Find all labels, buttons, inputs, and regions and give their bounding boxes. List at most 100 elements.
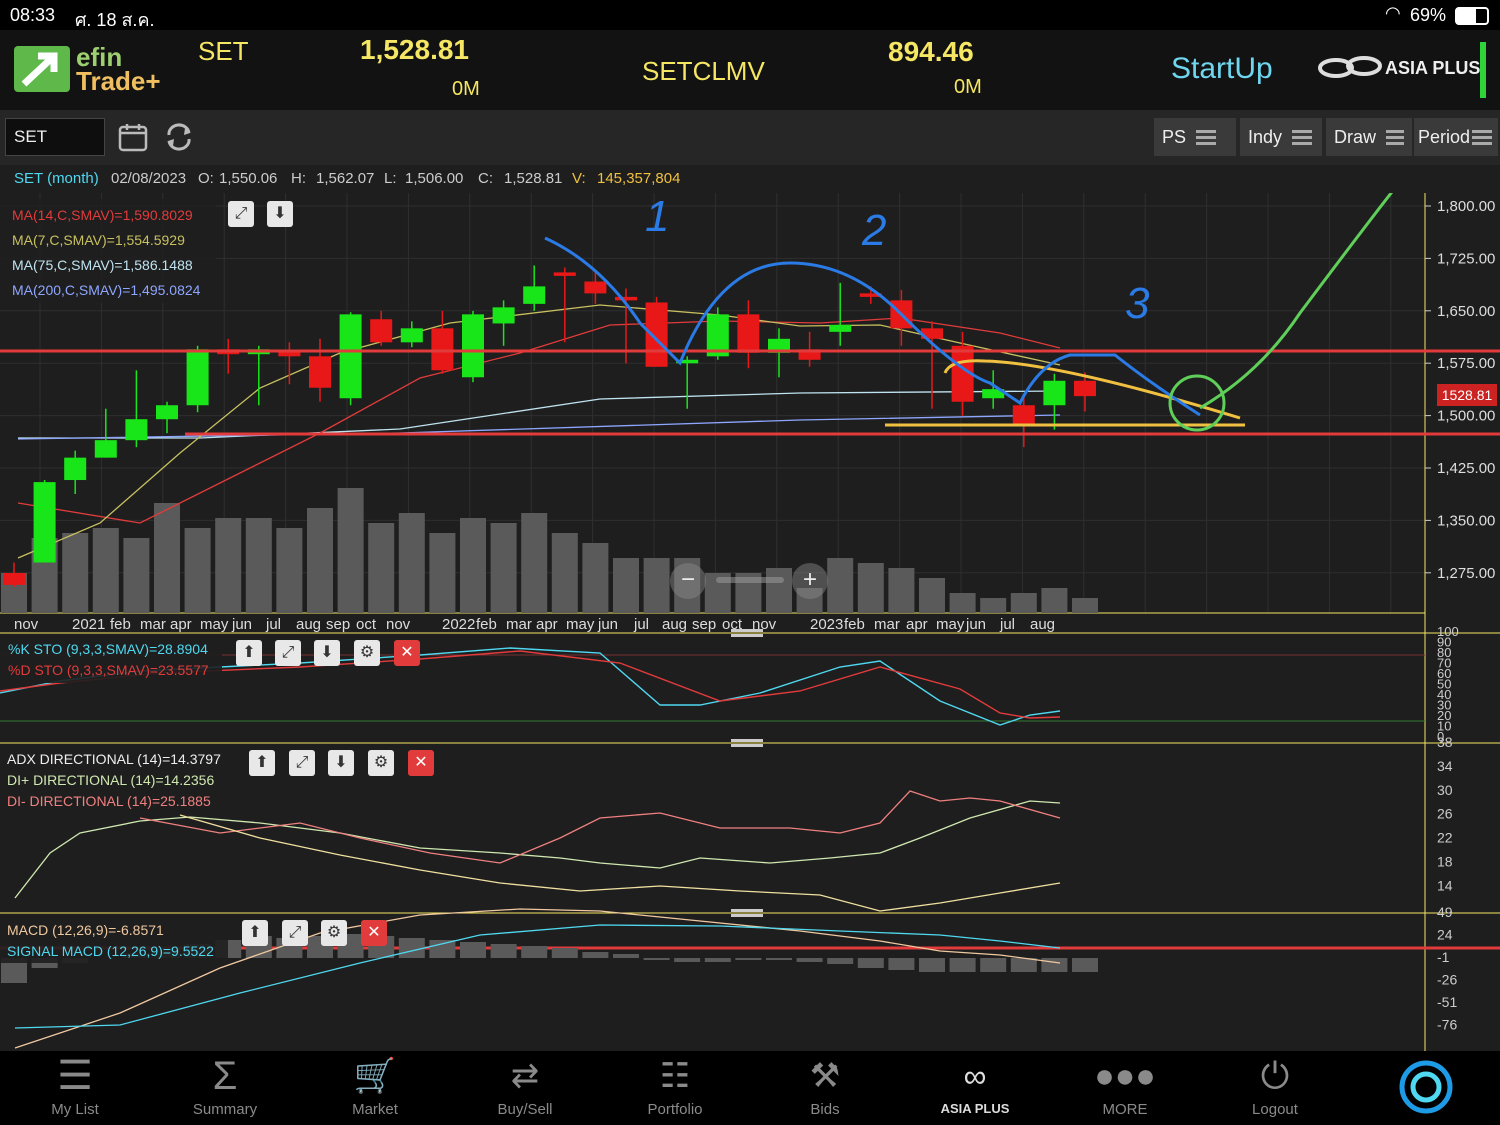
expand-icon[interactable]: ⤢ bbox=[282, 920, 308, 946]
menu-icon bbox=[1196, 127, 1217, 148]
move-up-icon[interactable]: ⬆ bbox=[249, 750, 275, 776]
gavel-icon: ⚒ bbox=[809, 1057, 841, 1095]
volume-bars bbox=[1, 488, 1098, 613]
tab-label: Bids bbox=[810, 1101, 840, 1118]
expand-icon[interactable]: ⤢ bbox=[228, 201, 254, 227]
x-axis-label: apr bbox=[536, 616, 558, 633]
expand-icon[interactable]: ⤢ bbox=[289, 750, 315, 776]
ma200-label: MA(200,C,SMAV)=1,495.0824 bbox=[12, 282, 201, 298]
x-axis-label: 2022 bbox=[442, 616, 475, 633]
x-axis-label: 2021 bbox=[72, 616, 105, 633]
move-down-icon[interactable]: ⬇ bbox=[314, 640, 340, 666]
price-axis-label: 1,350.00 bbox=[1437, 512, 1495, 529]
index1-value: 1,528.81 bbox=[360, 34, 469, 65]
tab-summary[interactable]: Σ Summary bbox=[150, 1051, 300, 1125]
candle-body bbox=[829, 324, 852, 332]
x-axis-label: feb bbox=[844, 616, 865, 633]
chart-area[interactable]: 123 100 90 80 70 60 50 40 30 20 10 0 38 34 30 26 22 18 14… bbox=[0, 187, 1500, 1051]
sto-k-label: %K STO (9,3,3,SMAV)=28.8904 bbox=[8, 641, 208, 657]
expand-icon[interactable]: ⤢ bbox=[275, 640, 301, 666]
x-axis-label: may bbox=[200, 616, 229, 633]
zoom-in-button[interactable]: + bbox=[792, 563, 828, 599]
index2-name[interactable]: SETCLMV bbox=[642, 56, 765, 87]
candle-body bbox=[33, 482, 56, 563]
adx-axis-label: 34 bbox=[1437, 758, 1453, 774]
status-bar: 08:33 ศ. 18 ส.ค. ◠ 69% bbox=[0, 0, 1500, 30]
close-value: 1,528.81 bbox=[504, 170, 563, 187]
volume-bar bbox=[980, 598, 1007, 613]
close-icon[interactable]: ✕ bbox=[408, 750, 434, 776]
candle-body bbox=[94, 440, 117, 458]
move-up-icon[interactable]: ⬆ bbox=[242, 920, 268, 946]
move-down-icon[interactable]: ⬇ bbox=[267, 201, 293, 227]
macd-histogram-bar bbox=[1010, 958, 1037, 972]
ps-button[interactable]: PS bbox=[1154, 118, 1236, 156]
tab-label: ASIA PLUS bbox=[940, 1101, 1010, 1116]
candle-body bbox=[156, 405, 178, 420]
tab-logout[interactable]: ⏻ Logout bbox=[1200, 1051, 1350, 1125]
user-drawings: 1 2 3 bbox=[0, 187, 1500, 436]
macd-histogram-bar bbox=[1072, 958, 1098, 972]
settings-gear-icon[interactable]: ⚙ bbox=[368, 750, 394, 776]
di-plus-label: DI+ DIRECTIONAL (14)=14.2356 bbox=[7, 772, 215, 788]
annotation-number: 1 bbox=[645, 193, 669, 241]
annotation-number: 2 bbox=[861, 206, 886, 255]
volume-bar bbox=[613, 558, 639, 613]
candle-body bbox=[553, 272, 576, 276]
calendar-icon[interactable] bbox=[118, 122, 148, 152]
x-axis-label: jul bbox=[265, 616, 281, 633]
index2-volume: 0M bbox=[954, 76, 982, 98]
index1-name[interactable]: SET bbox=[198, 36, 249, 67]
x-axis-label: oct bbox=[356, 616, 377, 633]
tab-portfolio[interactable]: ☷ Portfolio bbox=[600, 1051, 750, 1125]
macd-histogram-bar bbox=[857, 958, 884, 968]
macd-histogram-bar bbox=[429, 940, 456, 958]
volume-value: 145,357,804 bbox=[597, 170, 681, 187]
macd-histogram-bar bbox=[888, 958, 915, 970]
tab-asia-plus[interactable]: ∞ ASIA PLUS bbox=[900, 1051, 1050, 1125]
tab-market[interactable]: 🛒 Market bbox=[300, 1051, 450, 1125]
status-time: 08:33 bbox=[10, 5, 56, 25]
zoom-out-button[interactable]: − bbox=[670, 563, 706, 599]
volume-bar bbox=[307, 508, 333, 613]
more-dots-icon: ●●● bbox=[1094, 1057, 1156, 1095]
exchange-icon: ⇄ bbox=[510, 1057, 540, 1095]
annotation-number: 3 bbox=[1125, 279, 1150, 328]
macd-histogram-bar bbox=[643, 958, 670, 960]
settings-gear-icon[interactable]: ⚙ bbox=[354, 640, 380, 666]
indy-button[interactable]: Indy bbox=[1240, 118, 1322, 156]
draw-button[interactable]: Draw bbox=[1326, 118, 1412, 156]
x-axis-label: sep bbox=[326, 616, 350, 633]
volume-bar bbox=[368, 523, 395, 613]
macd-axis-label: 49 bbox=[1437, 904, 1453, 920]
candle-body bbox=[737, 314, 760, 353]
refresh-icon[interactable] bbox=[163, 122, 195, 152]
close-icon[interactable]: ✕ bbox=[394, 640, 420, 666]
tab-my-list[interactable]: ☰ My List bbox=[0, 1051, 150, 1125]
macd-histogram-bar bbox=[766, 958, 792, 960]
period-button[interactable]: Period bbox=[1414, 118, 1498, 156]
tab-buy-sell[interactable]: ⇄ Buy/Sell bbox=[450, 1051, 600, 1125]
chat-bubble-icon[interactable] bbox=[1398, 1059, 1454, 1115]
candle-body bbox=[400, 328, 423, 343]
move-up-icon[interactable]: ⬆ bbox=[236, 640, 262, 666]
volume-bar bbox=[857, 563, 884, 613]
tab-bids[interactable]: ⚒ Bids bbox=[750, 1051, 900, 1125]
close-icon[interactable]: ✕ bbox=[361, 920, 387, 946]
x-axis-label: feb bbox=[110, 616, 131, 633]
x-axis-label: mar bbox=[874, 616, 900, 633]
high-label: H: bbox=[291, 170, 306, 187]
move-down-icon[interactable]: ⬇ bbox=[328, 750, 354, 776]
adx-axis-label: 38 bbox=[1437, 734, 1453, 750]
menu-icon bbox=[1472, 127, 1493, 148]
symbol-input[interactable]: SET bbox=[5, 118, 105, 156]
tab-more[interactable]: ●●● MORE bbox=[1050, 1051, 1200, 1125]
panel-resize-handle bbox=[731, 739, 763, 742]
startup-link[interactable]: StartUp bbox=[1171, 52, 1273, 86]
x-axis-label: may bbox=[936, 616, 965, 633]
candle-body bbox=[186, 349, 209, 406]
x-axis-label: 2023 bbox=[810, 616, 843, 633]
zoom-slider[interactable] bbox=[716, 577, 784, 583]
settings-gear-icon[interactable]: ⚙ bbox=[321, 920, 347, 946]
green-projection-drawing bbox=[1199, 187, 1397, 410]
